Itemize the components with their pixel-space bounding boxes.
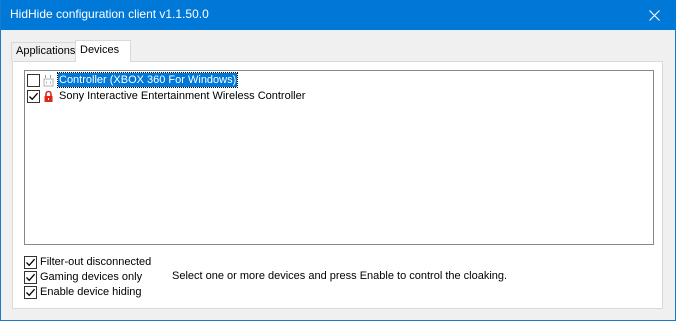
device-checkbox-sony-controller[interactable] — [27, 89, 40, 103]
instruction-text: Select one or more devices and press Ena… — [172, 270, 508, 282]
checkmark-icon — [26, 288, 36, 296]
tab-applications[interactable]: Applications — [11, 42, 76, 61]
window-title: HidHide configuration client v1.1.50.0 — [10, 7, 209, 21]
title-bar[interactable]: HidHide configuration client v1.1.50.0 — [1, 0, 676, 30]
device-row-xbox-controller[interactable]: Controller (XBOX 360 For Windows) — [27, 72, 527, 88]
devices-panel: Controller (XBOX 360 For Windows) Sony I… — [12, 61, 663, 309]
tab-devices[interactable]: Devices — [75, 40, 131, 62]
filter-disconnected-label: Filter-out disconnected — [40, 256, 152, 268]
lock-icon — [42, 90, 55, 103]
filter-disconnected-option[interactable]: Filter-out disconnected — [24, 254, 151, 270]
enable-hiding-option[interactable]: Enable device hiding — [24, 284, 142, 300]
checkmark-icon — [26, 258, 36, 266]
close-button[interactable] — [631, 0, 676, 30]
gaming-devices-option[interactable]: Gaming devices only — [24, 269, 142, 285]
device-row-sony-controller[interactable]: Sony Interactive Entertainment Wireless … — [27, 88, 527, 104]
close-icon — [648, 9, 660, 21]
main-window: HidHide configuration client v1.1.50.0 A… — [0, 0, 676, 321]
device-list[interactable]: Controller (XBOX 360 For Windows) Sony I… — [24, 70, 654, 245]
device-checkbox-xbox-controller[interactable] — [27, 73, 40, 87]
enable-hiding-checkbox[interactable] — [24, 285, 37, 299]
device-label-sony-controller[interactable]: Sony Interactive Entertainment Wireless … — [58, 89, 306, 103]
gamepad-icon — [42, 74, 55, 87]
enable-hiding-label: Enable device hiding — [40, 286, 142, 298]
checkmark-icon — [29, 92, 39, 100]
filter-disconnected-checkbox[interactable] — [24, 255, 37, 269]
checkmark-icon — [26, 273, 36, 281]
gaming-devices-label: Gaming devices only — [40, 271, 143, 283]
device-label-xbox-controller[interactable]: Controller (XBOX 360 For Windows) — [56, 72, 239, 88]
gaming-devices-checkbox[interactable] — [24, 270, 37, 284]
